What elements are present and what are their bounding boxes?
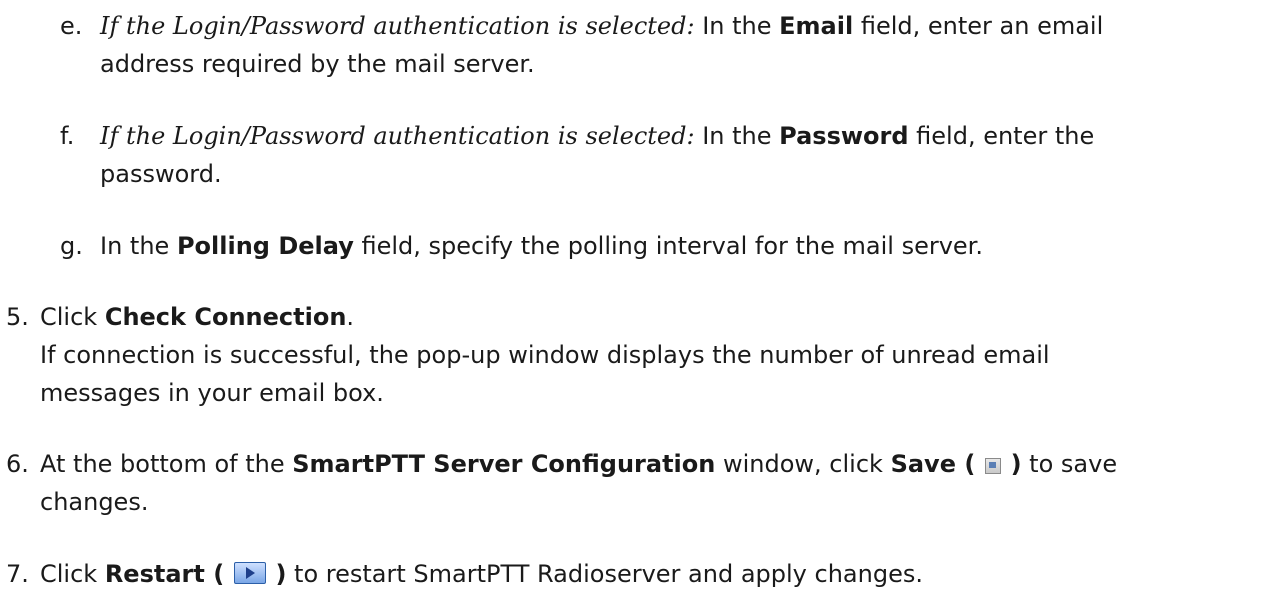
step-marker: g. [60, 232, 83, 260]
step-marker: 7. [6, 560, 29, 588]
step-marker: 6. [6, 450, 29, 478]
step-marker: f. [60, 122, 75, 150]
button-name-check-connection: Check Connection [104, 303, 347, 331]
window-name: SmartPTT Server Configuration [292, 450, 716, 478]
field-name-polling-delay: Polling Delay [176, 232, 354, 260]
condition-text: If the Login/Password authentication is … [100, 122, 695, 150]
instruction-document: e. If the Login/Password authentication … [0, 0, 1284, 601]
step-text: If the Login/Password authentication is … [100, 12, 1104, 78]
step-text: In the Polling Delay field, specify the … [100, 232, 983, 260]
step-text: Click Restart ( ) to restart SmartPTT Ra… [40, 560, 923, 588]
step-text: Click Check Connection. If connection is… [40, 303, 1050, 407]
restart-icon [233, 562, 266, 584]
condition-text: If the Login/Password authentication is … [100, 12, 695, 40]
step-marker: 5. [6, 303, 29, 331]
step-text: If the Login/Password authentication is … [100, 122, 1095, 188]
field-name-password: Password [779, 122, 909, 150]
step-marker: e. [60, 12, 83, 40]
save-label: Save ( [890, 450, 976, 478]
field-name-email: Email [779, 12, 854, 40]
step-text: At the bottom of the SmartPTT Server Con… [40, 450, 1118, 516]
restart-label: Restart ( [104, 560, 225, 588]
save-icon [984, 458, 1001, 474]
